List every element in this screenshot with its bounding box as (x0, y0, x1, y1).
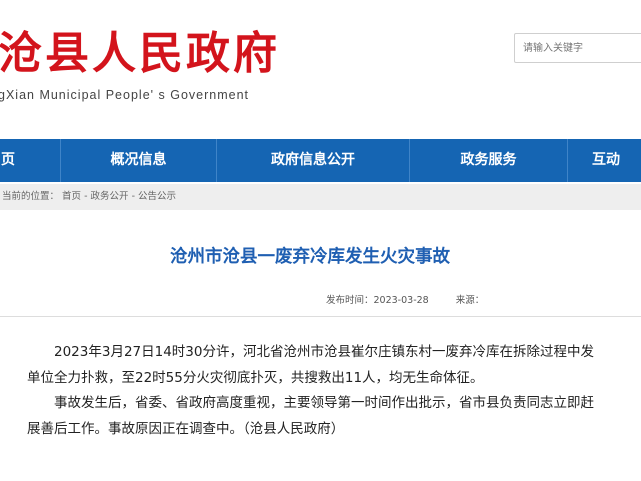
main-nav: 页 概况信息 政府信息公开 政务服务 互动 (0, 139, 641, 182)
article-paragraph: 展善后工作。事故原因正在调查中。（沧县人民政府） (27, 420, 345, 437)
breadcrumb-gov-open-link[interactable]: 政务公开 (91, 191, 129, 202)
search-input[interactable] (514, 33, 641, 63)
article-source: 来源： (455, 295, 485, 306)
article-paragraph: 2023年3月27日14时30分许，河北省沧州市沧县崔尔庄镇东村一废弃冷库在拆除… (54, 344, 594, 360)
site-logo[interactable]: 沧县人民政府 (0, 26, 280, 82)
breadcrumb-notice-link[interactable]: 公告公示 (138, 191, 176, 202)
article-paragraph: 事故发生后，省委、省政府高度重视，主要领导第一时间作出批示，省市县负责同志立即赶 (54, 395, 594, 411)
title-divider (0, 316, 641, 317)
site-logo-english: gXian Municipal People' s Government (0, 88, 250, 102)
nav-divider (567, 139, 568, 182)
article-title: 沧州市沧县一废弃冷库发生火灾事故 (170, 247, 450, 267)
article-meta: 发布时间：2023-03-28 来源： (326, 292, 508, 306)
article-body: 2023年3月27日14时30分许，河北省沧州市沧县崔尔庄镇东村一废弃冷库在拆除… (0, 340, 641, 442)
breadcrumb: 当前的位置： 首页 - 政务公开 - 公告公示 (0, 184, 641, 210)
breadcrumb-home-link[interactable]: 首页 (62, 191, 81, 202)
nav-item-home[interactable]: 页 (0, 139, 18, 182)
nav-item-services[interactable]: 政务服务 (410, 139, 567, 182)
article-paragraph: 单位全力扑救，至22时55分火灾彻底扑灭，共搜救出11人，均无生命体征。 (27, 369, 484, 386)
nav-item-gov-info[interactable]: 政府信息公开 (217, 139, 409, 182)
publish-date: 发布时间：2023-03-28 (326, 295, 429, 306)
nav-item-overview[interactable]: 概况信息 (61, 139, 216, 182)
breadcrumb-prefix: 当前的位置： (2, 191, 60, 202)
site-header: 沧县人民政府 gXian Municipal People' s Governm… (0, 0, 641, 125)
nav-item-interaction[interactable]: 互动 (592, 139, 641, 182)
